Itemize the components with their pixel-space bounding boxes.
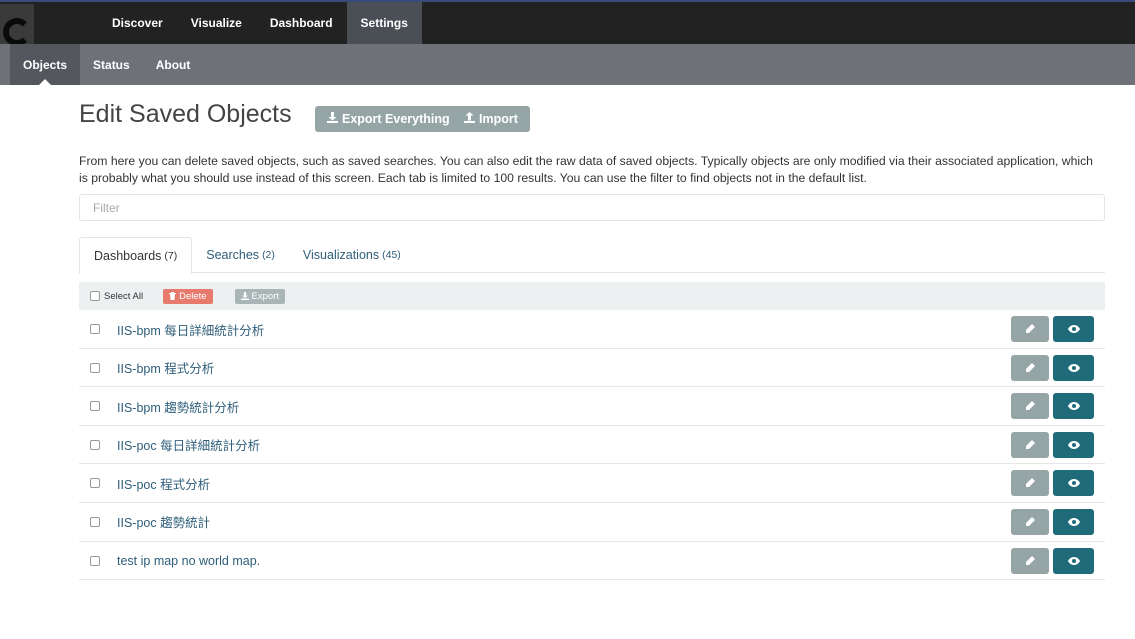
kibana-logo[interactable] (0, 4, 34, 46)
export-everything-button[interactable]: Export Everything (315, 106, 462, 132)
object-title-link[interactable]: IIS-bpm 趨勢統計分析 (117, 387, 239, 425)
eye-icon (1067, 363, 1080, 372)
eye-icon (1067, 325, 1080, 333)
view-button[interactable] (1053, 393, 1094, 420)
nav-discover[interactable]: Discover (98, 2, 177, 44)
top-navbar: Discover Visualize Dashboard Settings (0, 0, 1135, 46)
row-checkbox[interactable] (90, 401, 100, 412)
filter-input[interactable] (79, 194, 1105, 221)
export-selected-button[interactable]: Export (234, 288, 286, 304)
list-item: IIS-bpm 程式分析 (79, 349, 1105, 388)
tab-visualizations-label: Visualizations (302, 248, 380, 262)
view-button[interactable] (1053, 431, 1094, 458)
list-item: IIS-poc 程式分析 (79, 464, 1105, 503)
select-all-label: Select All (104, 290, 144, 302)
tab-searches-count: (2) (262, 249, 275, 261)
title-row: Edit Saved Objects Export Everything Imp… (79, 99, 1105, 135)
tab-searches[interactable]: Searches (2) (192, 237, 289, 273)
object-title-link[interactable]: IIS-poc 趨勢統計 (117, 503, 210, 541)
delete-button[interactable]: Delete (163, 288, 213, 304)
top-nav: Discover Visualize Dashboard Settings (98, 2, 422, 44)
row-checkbox[interactable] (90, 362, 100, 373)
edit-button[interactable] (1011, 354, 1049, 381)
nav-dashboard[interactable]: Dashboard (256, 2, 347, 44)
settings-subnav: Objects Status About (10, 44, 203, 85)
subnav-objects[interactable]: Objects (10, 44, 81, 85)
object-title-link[interactable]: test ip map no world map. (117, 542, 260, 580)
edit-button[interactable] (1011, 431, 1049, 458)
eye-icon (1067, 479, 1080, 488)
row-checkbox[interactable] (90, 516, 100, 527)
pencil-icon (1025, 478, 1035, 488)
tab-dashboards-count: (7) (164, 249, 178, 262)
trash-icon (169, 292, 177, 300)
download-icon (327, 112, 338, 126)
edit-button[interactable] (1011, 508, 1049, 535)
nav-settings[interactable]: Settings (346, 2, 422, 44)
object-title-link[interactable]: IIS-bpm 程式分析 (117, 349, 214, 387)
object-title-link[interactable]: IIS-poc 每日詳細統計分析 (117, 426, 260, 464)
eye-icon (1067, 402, 1080, 411)
tab-visualizations-count: (45) (382, 249, 401, 261)
pencil-icon (1025, 516, 1035, 527)
object-title-link[interactable]: IIS-poc 程式分析 (117, 464, 210, 502)
eye-icon (1067, 440, 1080, 449)
list-item: IIS-poc 趨勢統計 (79, 503, 1105, 542)
delete-label: Delete (179, 290, 207, 302)
list-item: IIS-bpm 趨勢統計分析 (79, 387, 1105, 426)
page-description: From here you can delete saved objects, … (79, 154, 1093, 185)
tab-dashboards-label: Dashboards (94, 248, 162, 263)
export-label: Export (251, 290, 280, 302)
logo-icon (3, 18, 31, 46)
view-button[interactable] (1053, 354, 1094, 381)
import-button[interactable]: Import (452, 106, 530, 132)
select-all-checkbox[interactable] (90, 291, 100, 301)
view-button[interactable] (1053, 316, 1094, 342)
settings-subnav-bar: Objects Status About (0, 44, 1135, 85)
view-button[interactable] (1053, 547, 1094, 574)
view-button[interactable] (1053, 470, 1094, 497)
list-item: IIS-bpm 每日詳細統計分析 (79, 310, 1105, 349)
row-checkbox[interactable] (90, 439, 100, 450)
pencil-icon (1025, 362, 1035, 373)
tab-dashboards[interactable]: Dashboards (7) (79, 237, 193, 274)
edit-button[interactable] (1011, 316, 1049, 342)
row-checkbox[interactable] (90, 478, 100, 489)
tab-searches-label: Searches (206, 248, 260, 262)
pencil-icon (1025, 324, 1035, 334)
edit-button[interactable] (1011, 547, 1049, 574)
edit-button[interactable] (1011, 393, 1049, 420)
eye-icon (1067, 517, 1080, 526)
pencil-icon (1025, 401, 1035, 411)
edit-button[interactable] (1011, 470, 1049, 497)
tab-visualizations[interactable]: Visualizations (45) (289, 237, 415, 273)
pencil-icon (1025, 555, 1035, 566)
download-icon (240, 292, 249, 300)
object-type-tabs: Dashboards (7) Searches (2) Visualizatio… (79, 237, 1105, 274)
list-item: test ip map no world map. (79, 542, 1105, 581)
upload-icon (464, 112, 475, 126)
nav-visualize[interactable]: Visualize (177, 2, 256, 44)
bulk-actions-toolbar: Select All Delete Export (79, 282, 1105, 310)
saved-objects-list: IIS-bpm 每日詳細統計分析 IIS-bpm 程式分析 IIS-bpm 趨勢… (79, 310, 1105, 581)
view-button[interactable] (1053, 508, 1094, 535)
page-title: Edit Saved Objects (79, 100, 292, 128)
subnav-about[interactable]: About (143, 44, 204, 85)
export-everything-label: Export Everything (342, 112, 450, 126)
pencil-icon (1025, 439, 1035, 450)
row-checkbox[interactable] (90, 555, 100, 566)
eye-icon (1067, 556, 1080, 565)
row-checkbox[interactable] (90, 324, 100, 334)
import-label: Import (479, 112, 518, 126)
object-title-link[interactable]: IIS-bpm 每日詳細統計分析 (117, 310, 264, 348)
subnav-status[interactable]: Status (80, 44, 143, 85)
list-item: IIS-poc 每日詳細統計分析 (79, 426, 1105, 465)
